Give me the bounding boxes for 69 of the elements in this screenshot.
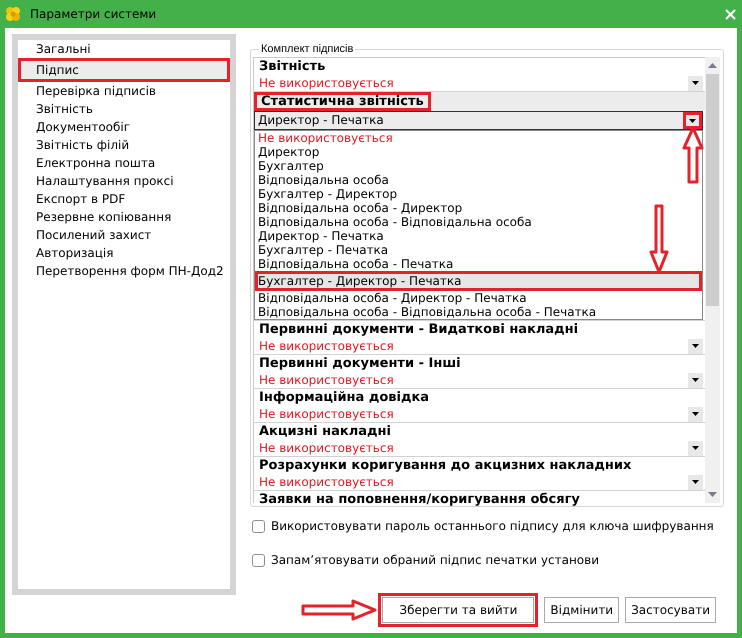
dropdown-option[interactable]: Директор (255, 145, 322, 159)
dropdown-option[interactable]: Директор - Печатка (255, 229, 387, 243)
checkbox-label[interactable]: Запам’ятовувати обраний підпис печатки установи (271, 552, 599, 568)
dropdown-option[interactable]: Бухгалтер - Печатка (255, 243, 392, 257)
dropdown-button[interactable] (688, 440, 703, 456)
sidebar-item[interactable]: Налаштування проксі (18, 172, 230, 190)
dropdown-value[interactable]: Не використовується (259, 338, 688, 354)
sidebar-item[interactable]: Підпис (21, 61, 227, 79)
dropdown-value[interactable]: Не використовується (259, 474, 688, 490)
caret-icon (692, 378, 699, 382)
group-box-label: Комплект підписів (260, 43, 354, 56)
sidebar-item[interactable]: Перетворення форм ПН-Дод2 (18, 262, 230, 280)
caret-icon (689, 118, 696, 122)
sidebar-item[interactable]: Перевірка підписів (18, 82, 230, 100)
dropdown-value[interactable]: Директор - Печатка (258, 113, 683, 128)
caret-icon (692, 81, 699, 85)
dropdown-option[interactable]: Відповідальна особа - Директор - Печатка (255, 291, 530, 305)
sidebar-item[interactable]: Резервне копіювання (18, 208, 230, 226)
dropdown-button[interactable] (688, 406, 703, 422)
dropdown-option[interactable]: Не використовується (255, 131, 396, 145)
dropdown-option[interactable]: Відповідальна особа - Печатка (255, 257, 456, 271)
dropdown-value[interactable]: Не використовується (259, 372, 688, 388)
section-title: Заявки на поповнення/коригування обсягу (258, 491, 581, 508)
dropdown-value[interactable]: Не використовується (259, 76, 688, 90)
caret-icon (692, 446, 699, 450)
scroll-thumb[interactable] (706, 74, 719, 306)
dropdown-button[interactable] (688, 372, 703, 388)
dialog-button[interactable]: Застосувати (625, 597, 716, 623)
section-title: Первинні документи - Інші (258, 355, 462, 372)
caret-icon (692, 344, 699, 348)
dropdown-option[interactable]: Бухгалтер - Директор - Печатка (258, 274, 699, 288)
sidebar-item[interactable]: Електронна пошта (18, 154, 230, 172)
sidebar-item[interactable]: Документообіг (18, 118, 230, 136)
dropdown-option[interactable]: Відповідальна особа - Директор (255, 201, 466, 215)
dropdown-button[interactable] (688, 474, 703, 490)
section-title: Розрахунки коригування до акцизних накладних (258, 457, 632, 474)
dropdown-option[interactable]: Відповідальна особа (255, 173, 392, 187)
sidebar-item[interactable]: Посилений захист (18, 226, 230, 244)
sidebar-item[interactable]: Звітність філій (18, 136, 230, 154)
section-title: Статистична звітність (260, 95, 425, 108)
section-title: Звітність (258, 58, 326, 75)
caret-icon (692, 480, 699, 484)
dialog-button[interactable]: Відмінити (544, 597, 620, 623)
section-title: Інформаційна довідка (258, 389, 430, 406)
dropdown-option[interactable]: Бухгалтер - Директор (255, 187, 400, 201)
close-icon[interactable] (725, 8, 736, 20)
flower-icon (5, 6, 21, 22)
dropdown-value[interactable]: Не використовується (259, 440, 688, 456)
dropdown-button[interactable] (688, 338, 703, 354)
dropdown-button[interactable] (688, 76, 703, 90)
scroll-up-icon[interactable] (708, 63, 717, 68)
sidebar-item[interactable]: Звітність (18, 100, 230, 118)
sidebar-item[interactable]: Загальні (18, 40, 230, 58)
dropdown-button[interactable] (686, 115, 699, 126)
dropdown-option[interactable]: Відповідальна особа - Відповідальна особа (255, 215, 535, 229)
dropdown-option[interactable]: Бухгалтер (255, 159, 327, 173)
scroll-down-icon[interactable] (708, 492, 717, 497)
section-title: Первинні документи - Видаткові накладні (258, 321, 580, 338)
dropdown-value[interactable]: Не використовується (259, 406, 688, 422)
sidebar-item[interactable]: Авторизація (18, 244, 230, 262)
checkbox[interactable] (252, 554, 265, 566)
window-title: Параметри системи (30, 6, 156, 22)
dialog-button[interactable]: Зберегти та вийти (382, 597, 534, 623)
checkbox-label[interactable]: Використовувати пароль останнього підпису для ключа шифрування (271, 518, 714, 534)
dropdown-option[interactable]: Відповідальна особа - Відповідальна особа - Печатка (255, 305, 600, 319)
caret-icon (692, 412, 699, 416)
section-title: Акцизні накладні (258, 423, 392, 440)
sidebar-item[interactable]: Експорт в PDF (18, 190, 230, 208)
checkbox[interactable] (252, 520, 265, 532)
